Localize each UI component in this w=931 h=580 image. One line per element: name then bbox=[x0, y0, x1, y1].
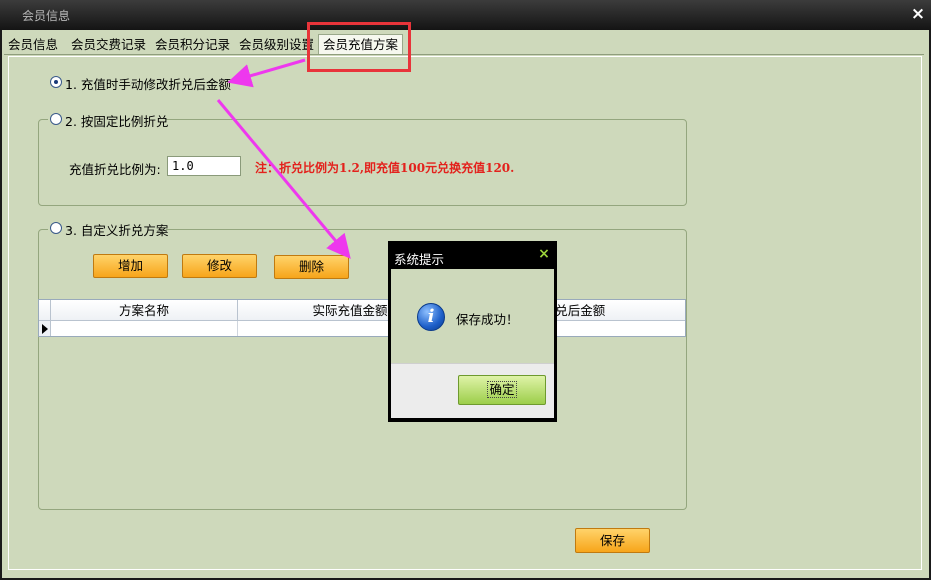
scheme-grid: 方案名称 实际充值金额 折兑后金额 bbox=[38, 299, 686, 337]
option1-radio[interactable] bbox=[50, 76, 62, 88]
dialog-ok-button[interactable]: 确定 bbox=[458, 375, 546, 405]
option2-radio[interactable] bbox=[50, 113, 62, 125]
system-message-dialog: 系统提示 × i 保存成功！ 确定 bbox=[388, 241, 557, 422]
add-button[interactable]: 增加 bbox=[93, 254, 168, 278]
edit-button[interactable]: 修改 bbox=[182, 254, 257, 278]
tab-member-info[interactable]: 会员信息 bbox=[8, 35, 58, 54]
tab-divider bbox=[4, 54, 924, 55]
option2-label: 2. 按固定比例折兑 bbox=[65, 114, 169, 129]
ratio-input[interactable] bbox=[167, 156, 241, 176]
save-button[interactable]: 保存 bbox=[575, 528, 650, 553]
tab-strip: 会员信息 会员交费记录 会员积分记录 会员级别设置 会员充值方案 bbox=[4, 30, 929, 55]
ratio-label: 充值折兑比例为: bbox=[69, 162, 161, 177]
dialog-ok-label: 确定 bbox=[487, 381, 517, 398]
tab-highlight-box bbox=[307, 22, 411, 72]
option3-radio[interactable] bbox=[50, 222, 62, 234]
window-title: 会员信息 bbox=[22, 9, 71, 23]
window-close-button[interactable]: × bbox=[906, 3, 930, 25]
dialog-message: 保存成功！ bbox=[456, 312, 519, 327]
grid-corner-header bbox=[39, 300, 51, 321]
tab-level-settings[interactable]: 会员级别设置 bbox=[239, 35, 314, 54]
window-titlebar bbox=[0, 0, 931, 30]
grid-row-indicator[interactable] bbox=[39, 321, 51, 336]
grid-cell[interactable] bbox=[51, 321, 238, 336]
dialog-close-button[interactable]: × bbox=[536, 246, 552, 262]
grid-header-scheme-name[interactable]: 方案名称 bbox=[51, 300, 238, 321]
ratio-note: 注：折兑比例为1.2,即充值100元兑换充值120. bbox=[255, 161, 515, 175]
tab-points-records[interactable]: 会员积分记录 bbox=[155, 35, 230, 54]
tab-payment-records[interactable]: 会员交费记录 bbox=[71, 35, 146, 54]
delete-button[interactable]: 删除 bbox=[274, 255, 349, 279]
dialog-title: 系统提示 bbox=[394, 252, 445, 267]
option3-label: 3. 自定义折兑方案 bbox=[65, 223, 169, 238]
option1-label: 1. 充值时手动修改折兑后金额 bbox=[65, 77, 231, 92]
current-row-arrow-icon bbox=[42, 324, 48, 334]
info-icon: i bbox=[417, 303, 445, 331]
